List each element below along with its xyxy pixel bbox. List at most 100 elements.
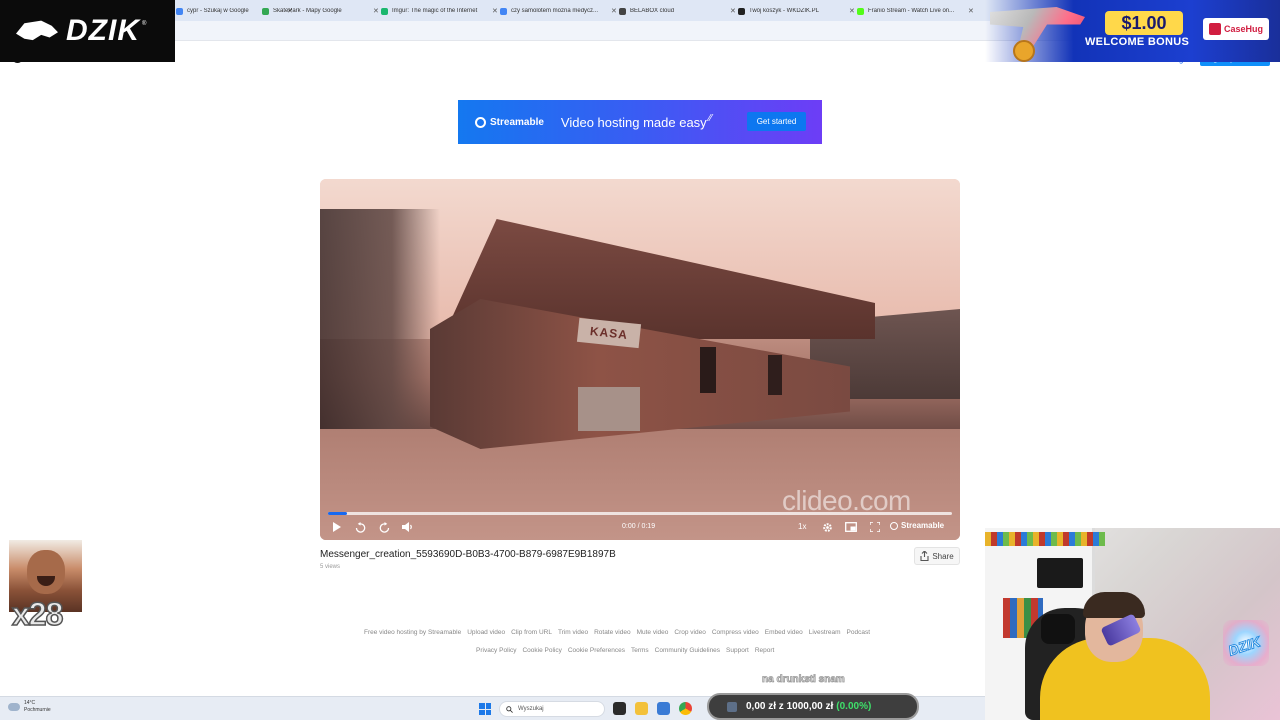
- footer-link[interactable]: Clip from URL: [511, 629, 552, 636]
- settings-gear-icon[interactable]: [820, 520, 834, 534]
- gun-skin-icon: [990, 7, 1085, 47]
- tab-favicon: [176, 7, 183, 15]
- browser-tab[interactable]: Twój koszyk - WKDZIK.PL ✕: [738, 3, 855, 19]
- volume-icon[interactable]: [401, 520, 415, 534]
- video-views: 5 views: [320, 564, 341, 570]
- footer-link[interactable]: Free video hosting by Streamable: [364, 629, 461, 636]
- streamable-logo-icon: [475, 116, 486, 128]
- tab-title: Twój koszyk - WKDZIK.PL: [749, 8, 820, 14]
- taskbar-search-input[interactable]: Wyszukaj: [499, 701, 605, 717]
- windows-start-icon[interactable]: [479, 703, 491, 715]
- tab-favicon: [857, 7, 864, 15]
- weather-widget[interactable]: 14°C Pochmurnie: [8, 700, 51, 714]
- browser-tab[interactable]: czy samolotem mozna medycz... ✕: [500, 3, 617, 19]
- footer-link[interactable]: Crop video: [674, 629, 705, 636]
- search-icon: [506, 705, 513, 713]
- rewind-icon[interactable]: [353, 520, 367, 534]
- tab-title: BELABOX cloud: [630, 8, 675, 14]
- player-brand-label: Streamable: [901, 521, 945, 530]
- boar-icon: [16, 20, 58, 41]
- tab-title: Imgur: The magic of the Internet: [392, 8, 478, 14]
- footer-link[interactable]: Terms: [631, 647, 649, 654]
- video-frame-booth: [578, 387, 640, 431]
- banner-brand: Streamable: [490, 116, 544, 128]
- tab-title: czy samolotem mozna medycz...: [511, 8, 599, 14]
- video-title: Messenger_creation_5593690D-B0B3-4700-B8…: [320, 549, 616, 560]
- donation-percent: (0.00%): [836, 701, 872, 712]
- chrome-icon[interactable]: [679, 702, 692, 715]
- close-icon[interactable]: ✕: [730, 7, 736, 15]
- coin-icon: [1013, 40, 1035, 62]
- donation-amount: 0,00 zł z 1000,00 zł: [746, 701, 834, 712]
- close-icon[interactable]: ✕: [968, 7, 974, 15]
- donation-goal-label: na drunksti snam: [762, 674, 846, 686]
- promo-banner[interactable]: Streamable Video hosting made easy ⁄⁄ Ge…: [458, 100, 822, 144]
- video-frame-trees: [320, 209, 440, 459]
- footer-link[interactable]: Rotate video: [594, 629, 631, 636]
- cloud-icon: [8, 703, 20, 711]
- browser-tab[interactable]: Franio Stream - Watch Live on... ✕: [857, 3, 974, 19]
- file-explorer-icon[interactable]: [635, 702, 648, 715]
- player-controls: 0:00 / 0:19 1x Streamable: [320, 515, 960, 540]
- task-view-icon[interactable]: [613, 702, 626, 715]
- play-icon[interactable]: [329, 520, 343, 534]
- search-placeholder: Wyszukaj: [518, 706, 544, 712]
- footer-link[interactable]: Privacy Policy: [476, 647, 516, 654]
- footer-links-secondary: Privacy Policy Cookie Policy Cookie Pref…: [476, 647, 836, 654]
- footer-link[interactable]: Community Guidelines: [655, 647, 720, 654]
- footer-link[interactable]: Cookie Policy: [522, 647, 561, 654]
- banner-logo: Streamable: [475, 116, 544, 128]
- forward-icon[interactable]: [377, 520, 391, 534]
- taskbar-app-icon[interactable]: [657, 702, 670, 715]
- browser-tab[interactable]: Imgur: The magic of the Internet ✕: [381, 3, 498, 19]
- footer-links-primary: Free video hosting by Streamable Upload …: [364, 629, 924, 636]
- share-button[interactable]: Share: [914, 547, 960, 565]
- fullscreen-icon[interactable]: [868, 520, 882, 534]
- screen: cypr - Szukaj w Google ✕ SkatePark - Mapy…: [0, 0, 1280, 720]
- footer-link[interactable]: Podcast: [847, 629, 871, 636]
- close-icon[interactable]: ✕: [492, 7, 498, 15]
- share-label: Share: [932, 551, 954, 561]
- weather-desc: Pochmurnie: [24, 707, 51, 713]
- picture-in-picture-icon[interactable]: [844, 520, 858, 534]
- close-icon[interactable]: ✕: [373, 7, 379, 15]
- player-brand-logo[interactable]: Streamable: [890, 521, 944, 530]
- footer-link[interactable]: Trim video: [558, 629, 588, 636]
- footer-link[interactable]: Compress video: [712, 629, 759, 636]
- donation-goal-counter: 0,00 zł z 1000,00 zł (0.00%): [707, 693, 919, 720]
- tab-title: Franio Stream - Watch Live on...: [868, 8, 955, 14]
- registered-mark: ®: [142, 21, 147, 27]
- footer-link[interactable]: Upload video: [467, 629, 505, 636]
- weather-temp: 14°C: [24, 700, 36, 706]
- video-player[interactable]: KASA clideo.com 0:00 / 0:19 1x Streamabl…: [320, 179, 960, 540]
- footer-link[interactable]: Mute video: [637, 629, 669, 636]
- footer-link[interactable]: Report: [755, 647, 775, 654]
- sponsor-brand: CaseHug: [1203, 18, 1269, 40]
- stream-logo-text: DZIK: [66, 14, 140, 47]
- sponsor-logo-icon: [1208, 23, 1221, 35]
- browser-tab[interactable]: SkatePark - Mapy Google ✕: [262, 3, 379, 19]
- tab-favicon: [262, 7, 269, 15]
- cam-monitor: [1037, 558, 1083, 588]
- bonus-amount: $1.00: [1105, 11, 1183, 35]
- browser-tab[interactable]: BELABOX cloud ✕: [619, 3, 736, 19]
- sponsor-brand-label: CaseHug: [1223, 24, 1263, 34]
- footer-link[interactable]: Livestream: [809, 629, 841, 636]
- footer-link[interactable]: Embed video: [765, 629, 803, 636]
- footer-link[interactable]: Support: [726, 647, 749, 654]
- banner-tagline: Video hosting made easy: [560, 114, 707, 130]
- close-icon[interactable]: ✕: [849, 7, 855, 15]
- tab-favicon: [738, 7, 745, 15]
- close-icon[interactable]: ✕: [611, 7, 617, 15]
- footer-link[interactable]: Cookie Preferences: [568, 647, 625, 654]
- stream-logo-overlay: DZIK ®: [0, 0, 175, 62]
- wallet-icon: [727, 701, 737, 712]
- weather-text: 14°C Pochmurnie: [24, 700, 51, 714]
- tab-favicon: [619, 7, 626, 15]
- emote-counter: x28: [11, 595, 64, 633]
- playback-speed-button[interactable]: 1x: [798, 522, 806, 531]
- webcam-overlay: DZIK: [985, 528, 1280, 720]
- tab-favicon: [500, 7, 507, 15]
- video-frame-door: [700, 347, 716, 393]
- get-started-button[interactable]: Get started: [747, 112, 806, 131]
